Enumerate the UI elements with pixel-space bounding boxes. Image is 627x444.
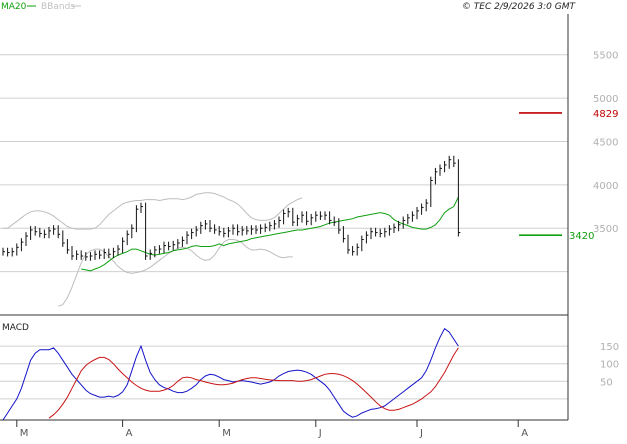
resistance-level-label: 4829 [593,109,618,120]
chart-root: 4829 3420 5500 5000 4500 4000 3500 150 100 50 M A M… [0,0,627,440]
copyright-label: © TEC 2/9/2026 3:0 GMT [462,2,577,12]
support-level-label: 3420 [569,231,594,242]
ma20-line [81,196,459,272]
macd-tick-label: 150 [600,342,619,353]
x-tick-label: J [419,428,423,439]
macd-panel-title: MACD [2,323,29,333]
bbands-legend-label: BBands [41,2,75,12]
x-tick-label: J [318,428,322,439]
x-tick-label: A [126,428,133,439]
levels-layer: 4829 3420 [519,109,618,242]
x-tick-label: M [222,428,231,439]
price-tick-label: 5000 [593,94,618,105]
bbands-layer [3,192,303,307]
x-tick-label: A [521,428,528,439]
x-tick-label: M [20,428,29,439]
axis-layer: 5500 5000 4500 4000 3500 150 100 50 M A M J J A [0,14,619,439]
macd-tick-label: 50 [600,377,613,388]
macd-tick-label: 100 [600,360,619,371]
bbands-upper-line [3,192,303,230]
chart-svg: 4829 3420 5500 5000 4500 4000 3500 150 100 50 M A M… [0,2,619,439]
ma20-layer [81,196,459,272]
macd-line [2,327,459,421]
price-tick-label: 5500 [593,51,618,62]
price-bars-layer [2,155,461,261]
price-tick-label: 4000 [593,181,618,192]
bbands-lower-line [58,239,293,307]
grid-layer [0,54,568,400]
ma20-legend-label: MA20 [1,2,27,12]
macd-layer [2,327,459,421]
price-tick-label: 3500 [593,224,618,235]
price-tick-label: 4500 [593,137,618,148]
